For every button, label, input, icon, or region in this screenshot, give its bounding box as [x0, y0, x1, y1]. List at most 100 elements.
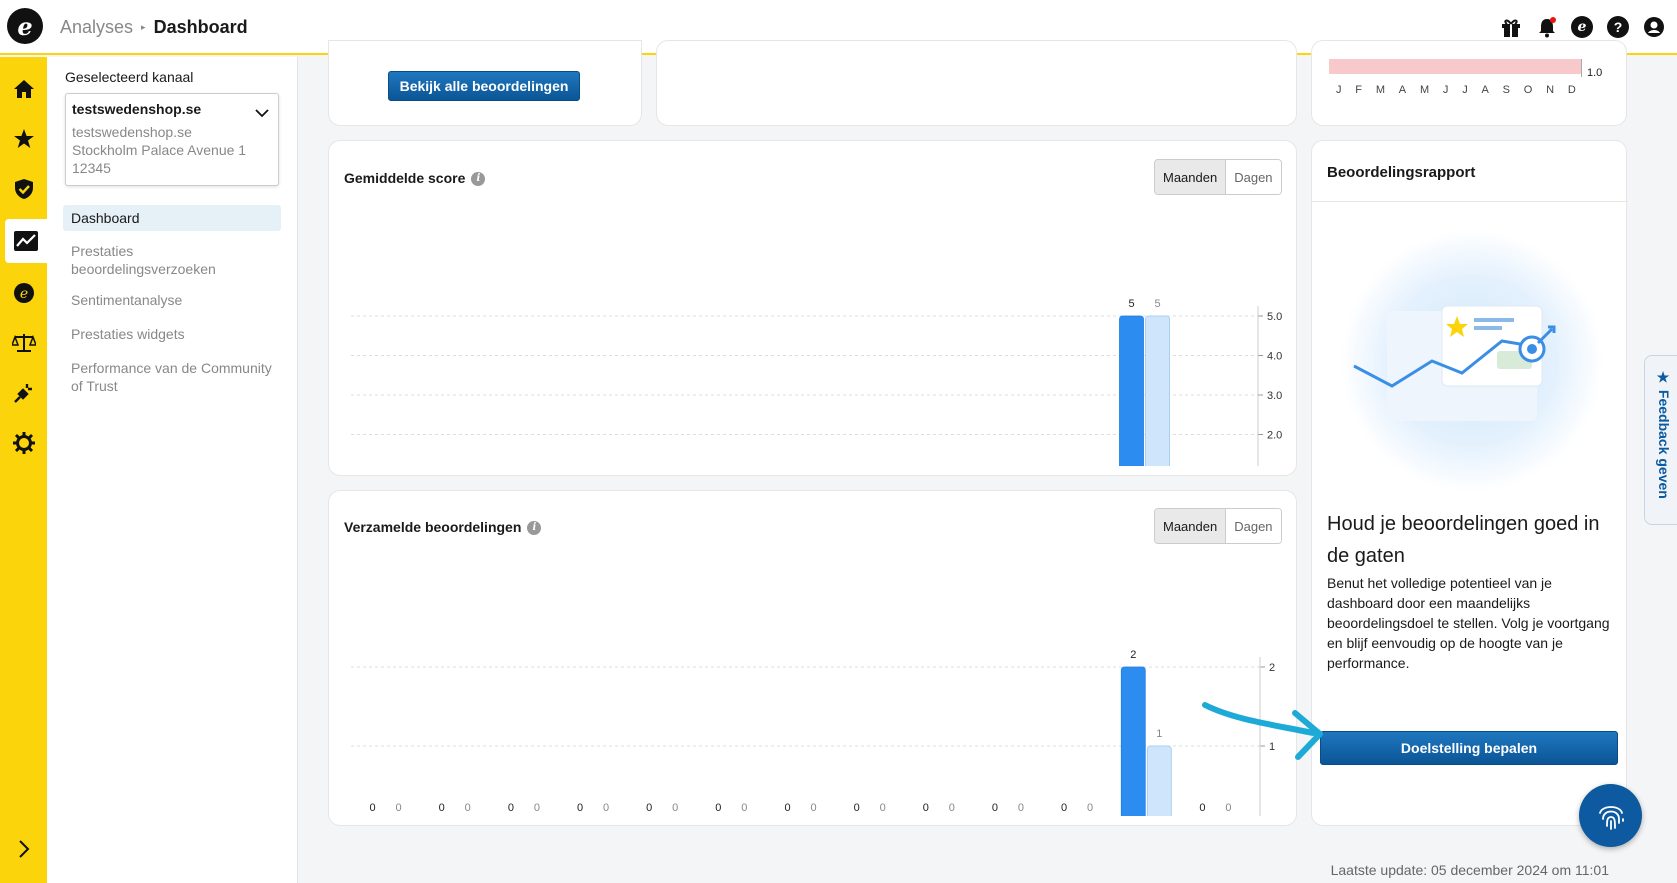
chevron-right-icon[interactable] [0, 827, 47, 871]
bar-data-label: 0 [715, 802, 721, 814]
user-icon[interactable] [1642, 15, 1666, 39]
nav-item-sentiment[interactable]: Sentimentanalyse [63, 287, 281, 313]
nav-item-review-requests[interactable]: Prestaties beoordelingsverzoeken [63, 238, 281, 282]
last-update: Laatste update: 05 december 2024 om 11:0… [1330, 862, 1609, 878]
y-tick-label: 2 [1269, 662, 1275, 674]
y-tick-label: 3.0 [1267, 390, 1282, 402]
mini-chart-months: JFMAMJJASOND [1336, 84, 1576, 96]
channel-url: testswedenshop.se [72, 124, 192, 140]
feedback-label: ★ Feedback geven [1656, 370, 1672, 499]
collected-reviews-title-wrap: Verzamelde beoordelingen i [344, 519, 542, 536]
trusted-shops-icon[interactable]: e [1570, 15, 1594, 39]
toggle-days[interactable]: Dagen [1226, 509, 1281, 543]
gear-icon[interactable] [0, 421, 47, 465]
breadcrumb-analyses[interactable]: Analyses [60, 17, 133, 38]
help-icon[interactable]: ? [1606, 15, 1630, 39]
bar-data-label: 0 [577, 802, 583, 814]
bar-previous [1146, 745, 1172, 816]
average-score-card: Gemiddelde scorei Maanden Dagen 1.02.03.… [328, 140, 1297, 476]
channel-selector[interactable]: testswedenshop.se testswedenshop.se Stoc… [65, 93, 279, 186]
bar-data-label: 0 [1018, 802, 1024, 814]
bar-data-label: 0 [534, 802, 540, 814]
home-icon[interactable] [0, 67, 47, 111]
fingerprint-icon [1598, 805, 1624, 830]
mini-chart-month-label: A [1481, 84, 1489, 96]
feedback-tab[interactable]: ★ Feedback geven [1644, 355, 1677, 525]
y-tick-label: 5.0 [1267, 311, 1282, 323]
breadcrumb-dashboard: Dashboard [153, 17, 248, 37]
bar-data-label: 0 [992, 802, 998, 814]
nav-item-community-of-trust[interactable]: Performance van de Community of Trust [63, 355, 281, 399]
bar-data-label: 0 [508, 802, 514, 814]
bar-data-label: 1 [1156, 728, 1162, 740]
info-icon[interactable]: i [527, 521, 542, 536]
toggle-days[interactable]: Dagen [1226, 160, 1281, 194]
bar-data-label: 5 [1154, 298, 1160, 310]
mini-chart-month-label: S [1502, 84, 1510, 96]
icon-rail: e [0, 57, 47, 883]
shield-check-icon[interactable] [0, 167, 47, 211]
nav-item-dashboard[interactable]: Dashboard [63, 205, 281, 231]
chevron-down-icon[interactable] [255, 106, 269, 121]
mini-chart-month-label: J [1336, 84, 1342, 96]
bar-data-label: 0 [370, 802, 376, 814]
svg-text:e: e [19, 286, 27, 302]
mini-chart-month-label: A [1398, 84, 1407, 96]
toggle-months[interactable]: Maanden [1155, 509, 1227, 543]
bar-data-label: 0 [1087, 802, 1093, 814]
report-body: Benut het volledige potentieel van je da… [1327, 575, 1610, 671]
info-icon[interactable]: i [471, 172, 486, 187]
gift-icon[interactable] [1499, 15, 1523, 39]
view-all-reviews-button[interactable]: Bekijk alle beoordelingen [388, 71, 580, 101]
bar-data-label: 5 [1128, 298, 1134, 310]
mini-chart-month-label: F [1355, 84, 1363, 96]
bar-current [1120, 666, 1146, 816]
mini-chart-axis [1581, 59, 1582, 77]
trusted-shops-logo[interactable]: e [7, 8, 43, 44]
average-score-title-wrap: Gemiddelde score i [344, 170, 486, 187]
bar-data-label: 0 [439, 802, 445, 814]
collected-reviews-chart: 012dec 23 | dec 220000feb 24 | feb 23000… [351, 649, 1275, 816]
sub-navigation: Geselecteerd kanaal testswedenshop.se te… [47, 57, 298, 883]
nav-item-widgets[interactable]: Prestaties widgets [63, 321, 281, 347]
breadcrumb: Analyses ▸ Dashboard [60, 17, 248, 38]
report-headline: Houd je beoordelingen goed in de gaten [1327, 513, 1600, 567]
mini-chart-tick: 1.0 [1587, 67, 1603, 79]
set-goal-button[interactable]: Doelstelling bepalen [1320, 731, 1618, 765]
mini-chart-month-label: O [1523, 84, 1533, 96]
bar-data-label: 0 [923, 802, 929, 814]
star-icon[interactable] [0, 117, 47, 161]
scale-icon[interactable] [0, 321, 47, 365]
analytics-icon[interactable] [5, 219, 47, 263]
toggle-months[interactable]: Maanden [1155, 160, 1227, 194]
report-title: Beoordelingsrapport [1327, 164, 1476, 181]
trusted-shops-icon[interactable]: e [0, 271, 47, 315]
middle-top-card [656, 40, 1297, 126]
bar-data-label: 0 [396, 802, 402, 814]
mini-chart-band [1329, 59, 1581, 74]
arrow-annotation [1202, 702, 1323, 760]
avg-score-period-toggle: Maanden Dagen [1154, 159, 1282, 195]
y-tick-label: 4.0 [1267, 351, 1282, 363]
bar-data-label: 0 [1199, 802, 1205, 814]
collected-reviews-card: Verzamelde beoordelingen i Maanden Dagen … [328, 490, 1297, 826]
bar-data-label: 0 [880, 802, 886, 814]
bar-data-label: 0 [465, 802, 471, 814]
bar-previous [1145, 315, 1170, 466]
channel-address: Stockholm Palace Avenue 1 [72, 142, 247, 158]
collected-period-toggle: Maanden Dagen [1154, 508, 1282, 544]
channel-postcode: 12345 [72, 160, 111, 176]
bar-data-label: 0 [854, 802, 860, 814]
average-score-title: Gemiddelde score [344, 170, 466, 186]
bar-current [1119, 315, 1144, 466]
bell-icon[interactable] [1535, 15, 1559, 39]
y-tick-label: 2.0 [1267, 430, 1282, 442]
mini-chart-month-label: J [1442, 84, 1449, 96]
bar-data-label: 0 [741, 802, 747, 814]
fingerprint-button[interactable] [1579, 784, 1642, 847]
mini-chart-month-label: N [1546, 84, 1555, 96]
average-score-chart: 1.02.03.04.05.0dec 23 | dec 22feb 24 | f… [351, 298, 1282, 466]
selected-channel-label: Geselecteerd kanaal [65, 69, 194, 85]
plug-icon[interactable] [0, 371, 47, 415]
mini-chart-month-label: M [1375, 84, 1385, 96]
